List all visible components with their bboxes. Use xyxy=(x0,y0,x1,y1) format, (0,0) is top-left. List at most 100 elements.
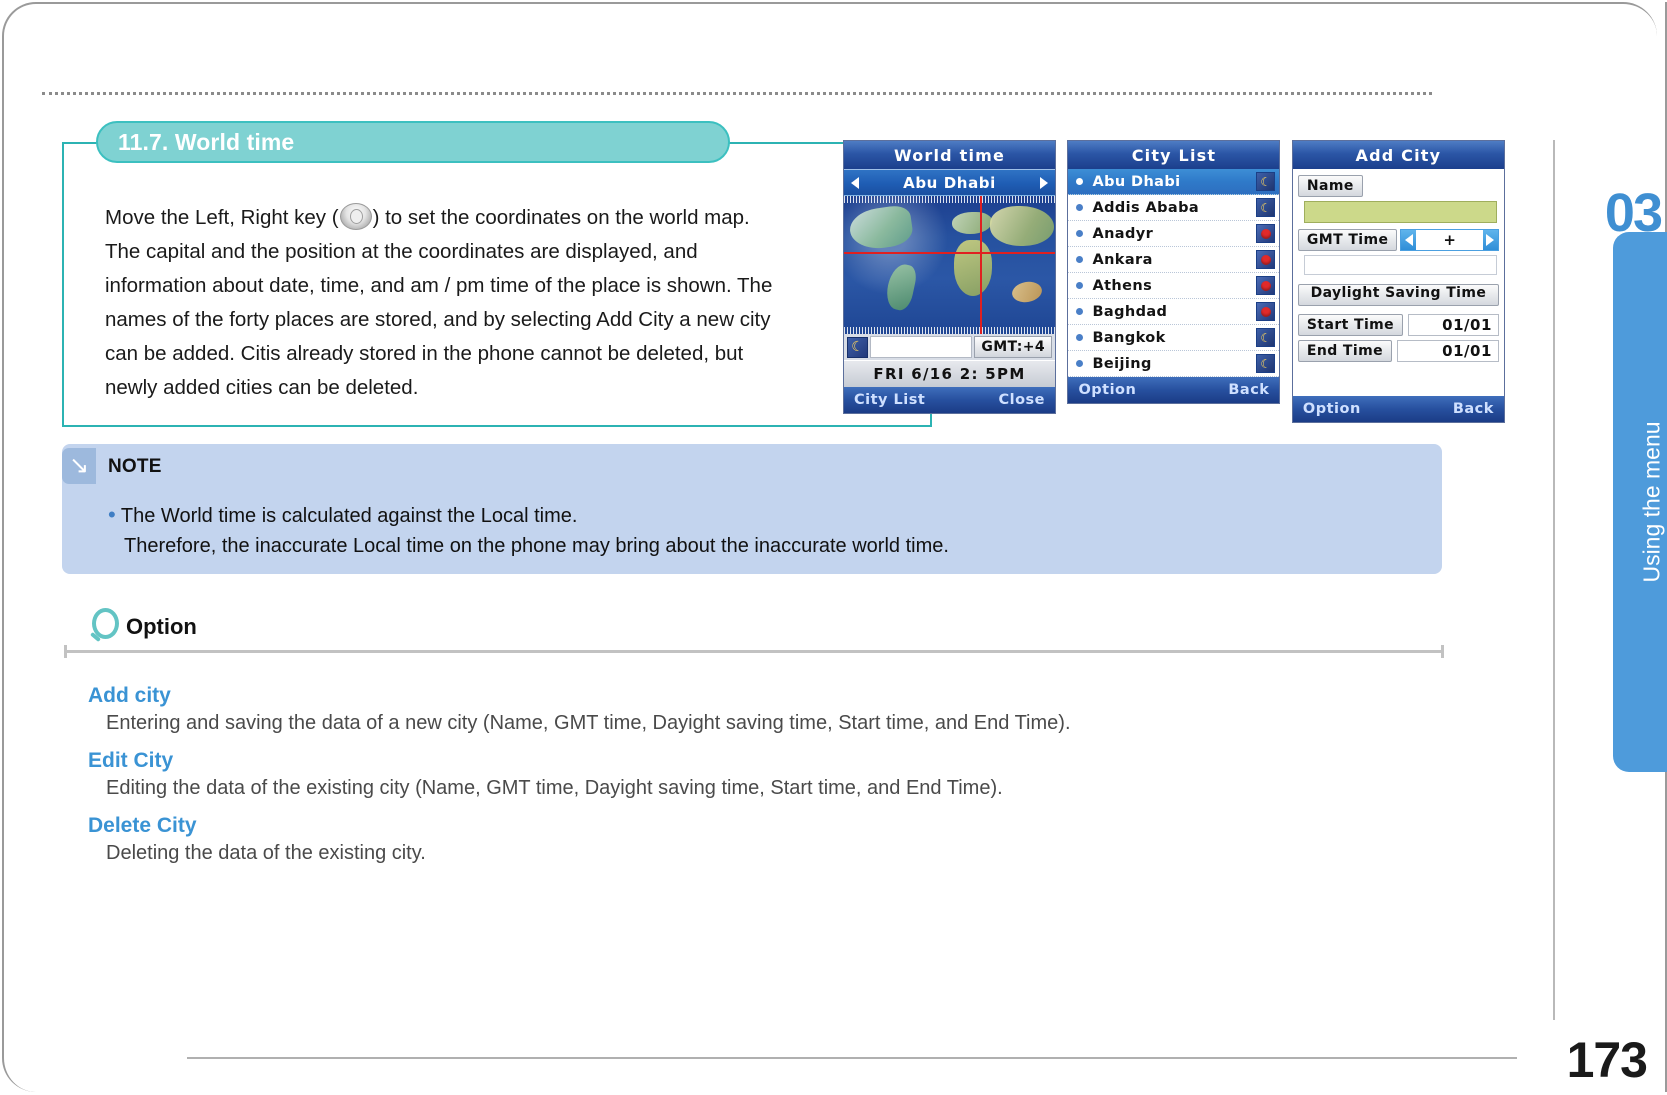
list-item[interactable]: Baghdad xyxy=(1068,299,1280,325)
end-time-value[interactable]: 01/01 xyxy=(1396,340,1499,362)
bullet-icon xyxy=(1076,360,1084,367)
stepper-left-icon[interactable] xyxy=(1401,230,1417,250)
bullet-icon xyxy=(1076,256,1084,263)
sun-icon xyxy=(1256,224,1276,243)
city-name: Addis Ababa xyxy=(1092,199,1200,216)
option-description: Deleting the data of the existing city. xyxy=(106,842,426,864)
name-input[interactable] xyxy=(1303,201,1497,223)
list-item[interactable]: Anadyr xyxy=(1068,221,1280,247)
bullet-icon xyxy=(1076,334,1084,341)
list-item[interactable]: Ankara xyxy=(1068,247,1280,273)
city-selector[interactable]: Abu Dhabi xyxy=(844,169,1055,196)
bullet-icon xyxy=(1076,282,1084,289)
selected-city-label: Abu Dhabi xyxy=(903,173,996,192)
section-title-pill: 11.7. World time xyxy=(96,121,730,163)
bullet-icon xyxy=(1076,178,1084,185)
dst-row: Daylight Saving Time xyxy=(1297,282,1499,310)
moon-icon: ☾ xyxy=(1256,328,1276,347)
note-box: ↘ NOTE • The World time is calculated ag… xyxy=(62,444,1442,574)
note-body: • The World time is calculated against t… xyxy=(108,500,949,561)
gmt-offset-badge: GMT:+4 xyxy=(974,336,1052,358)
note-label: NOTE xyxy=(108,456,162,477)
note-line-2: Therefore, the inaccurate Local time on … xyxy=(124,535,949,557)
bullet-icon xyxy=(1076,204,1084,211)
screen-title: City List xyxy=(1068,141,1280,169)
ruler-top xyxy=(844,196,1055,203)
arrow-right-icon[interactable] xyxy=(1040,176,1048,189)
gmt-time-value: + xyxy=(1443,231,1456,249)
softkey-bar: City List Close xyxy=(844,387,1055,413)
page-number: 173 xyxy=(1566,1032,1648,1088)
landmass-africa xyxy=(954,240,992,296)
magnifier-icon xyxy=(88,608,122,646)
softkey-right[interactable]: Back xyxy=(1453,401,1494,417)
info-blank-field xyxy=(870,336,973,358)
chapter-title: Using the menu xyxy=(1638,421,1665,583)
screen-title: World time xyxy=(844,141,1055,169)
gmt-time-stepper[interactable]: + xyxy=(1400,229,1499,251)
section-body: Move the Left, Right key () to set the c… xyxy=(105,201,785,405)
bullet-icon xyxy=(1076,230,1084,237)
stepper-right-icon[interactable] xyxy=(1482,230,1498,250)
body-text-after: ) to set the coordinates on the world ma… xyxy=(105,205,773,399)
end-time-row: End Time 01/01 xyxy=(1297,340,1499,362)
start-time-row: Start Time 01/01 xyxy=(1297,314,1499,336)
city-list: Abu Dhabi ☾ Addis Ababa ☾ Anadyr Ankara xyxy=(1068,169,1280,377)
option-entries: Add city Entering and saving the data of… xyxy=(88,670,1428,865)
start-time-label: Start Time xyxy=(1297,314,1404,336)
softkey-bar: Option Back xyxy=(1292,396,1504,422)
gmt-row: GMT Time + xyxy=(1297,229,1499,251)
gmt-time-label: GMT Time xyxy=(1297,229,1398,251)
end-time-label: End Time xyxy=(1297,340,1392,362)
world-map[interactable] xyxy=(844,196,1055,334)
softkey-bar: Option Back xyxy=(1068,377,1280,403)
manual-page: 11.7. World time Move the Left, Right ke… xyxy=(0,0,1667,1095)
option-term: Add city xyxy=(88,684,171,707)
landmass-europe xyxy=(952,212,992,234)
arrow-left-icon[interactable] xyxy=(851,176,859,189)
moon-icon: ☾ xyxy=(1256,172,1276,191)
city-name: Ankara xyxy=(1092,251,1153,268)
option-term: Edit City xyxy=(88,749,174,772)
city-name: Beijing xyxy=(1092,355,1152,372)
body-text-before: Move the Left, Right key ( xyxy=(105,205,339,229)
option-term: Delete City xyxy=(88,814,197,837)
chapter-tab: Using the menu xyxy=(1613,232,1667,772)
city-name: Bangkok xyxy=(1092,329,1166,346)
date-time-line: FRI 6/16 2: 5PM xyxy=(844,360,1055,387)
form-spacer xyxy=(1298,366,1499,392)
landmass-north-america xyxy=(847,203,915,253)
city-name: Anadyr xyxy=(1092,225,1154,242)
header-dotted-rule xyxy=(42,92,1432,95)
city-name: Abu Dhabi xyxy=(1092,173,1181,190)
list-item[interactable]: Athens xyxy=(1068,273,1280,299)
landmass-south-america xyxy=(883,261,919,313)
list-item[interactable]: Addis Ababa ☾ xyxy=(1068,195,1280,221)
gmt-secondary-field[interactable] xyxy=(1303,255,1497,275)
landmass-asia xyxy=(990,206,1054,246)
screen-world-time: World time Abu Dhabi ☾ GMT:+4 FRI 6/16 2… xyxy=(843,140,1056,414)
daylight-saving-time-label[interactable]: Daylight Saving Time xyxy=(1297,284,1499,306)
add-city-form: Name GMT Time + Daylight Saving Time Sta… xyxy=(1292,169,1504,396)
softkey-right[interactable]: Close xyxy=(998,392,1045,408)
note-line-1: The World time is calculated against the… xyxy=(120,505,578,527)
list-item[interactable]: Beijing ☾ xyxy=(1068,351,1280,377)
city-name: Athens xyxy=(1092,277,1153,294)
landmass-australia xyxy=(1010,279,1044,305)
city-name: Baghdad xyxy=(1092,303,1168,320)
bullet-icon: • xyxy=(108,502,116,527)
softkey-left[interactable]: Option xyxy=(1303,401,1361,417)
softkey-right[interactable]: Back xyxy=(1228,382,1269,398)
softkey-left[interactable]: City List xyxy=(854,392,925,408)
list-item[interactable]: Bangkok ☾ xyxy=(1068,325,1280,351)
moon-icon: ☾ xyxy=(847,336,868,358)
moon-icon: ☾ xyxy=(1256,198,1276,217)
name-label: Name xyxy=(1297,175,1363,197)
softkey-left[interactable]: Option xyxy=(1078,382,1136,398)
world-time-info-row: ☾ GMT:+4 xyxy=(844,334,1055,360)
start-time-value[interactable]: 01/01 xyxy=(1408,314,1499,336)
list-item[interactable]: Abu Dhabi ☾ xyxy=(1068,169,1280,195)
ruler-bottom xyxy=(844,327,1055,334)
navigation-key-icon xyxy=(339,202,372,230)
crosshair-vertical xyxy=(980,196,982,334)
